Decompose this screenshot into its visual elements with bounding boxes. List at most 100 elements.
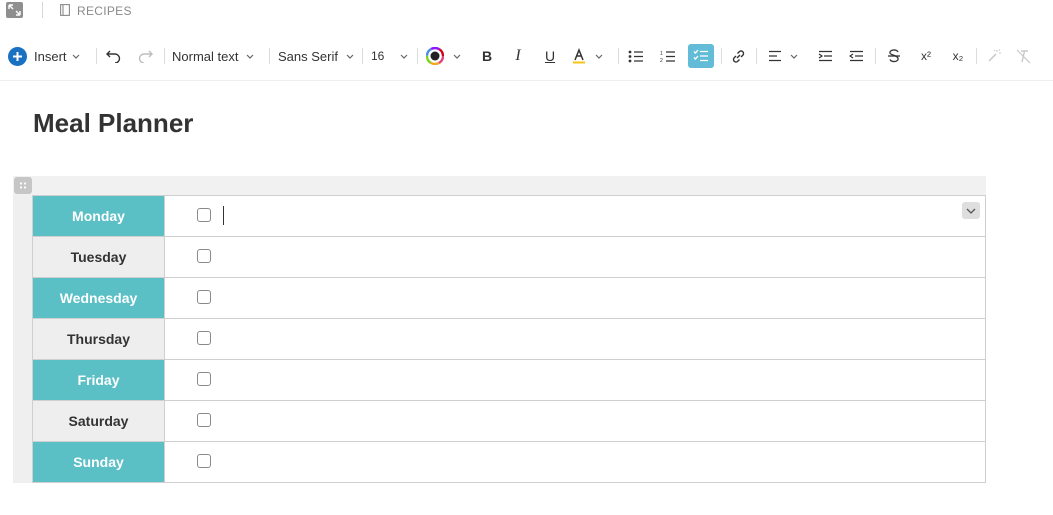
- underline-button[interactable]: U: [540, 40, 560, 72]
- meal-cell[interactable]: [164, 359, 986, 401]
- meal-checkbox[interactable]: [197, 290, 211, 304]
- strikethrough-button[interactable]: [884, 40, 904, 72]
- insert-button[interactable]: Insert: [8, 40, 98, 72]
- page-title[interactable]: Meal Planner: [33, 108, 193, 139]
- meal-checkbox[interactable]: [197, 454, 211, 468]
- bullet-list-button[interactable]: [626, 40, 646, 72]
- indent-icon: [818, 50, 832, 62]
- meal-checkbox[interactable]: [197, 413, 211, 427]
- redo-button[interactable]: [134, 40, 156, 72]
- strikethrough-icon: [888, 49, 900, 63]
- day-label[interactable]: Thursday: [32, 318, 165, 360]
- subscript-button[interactable]: x₂: [947, 40, 969, 72]
- redo-icon: [138, 50, 153, 63]
- clear-formatting-button[interactable]: [1013, 40, 1033, 72]
- cell-menu-chevron-icon[interactable]: [962, 202, 980, 219]
- svg-text:2: 2: [660, 58, 663, 63]
- meal-cell[interactable]: [164, 441, 986, 483]
- meal-checkbox[interactable]: [197, 331, 211, 345]
- column-handle-row[interactable]: [13, 176, 986, 195]
- table-row: Thursday: [32, 318, 986, 360]
- align-left-icon: [769, 50, 781, 62]
- color-wheel-icon: [426, 47, 444, 65]
- toolbar-separator: [618, 48, 619, 64]
- link-icon: [732, 49, 744, 63]
- day-label[interactable]: Wednesday: [32, 277, 165, 319]
- plus-icon: [8, 46, 27, 66]
- bold-button[interactable]: B: [477, 40, 497, 72]
- font-family-value: Sans Serif: [278, 48, 338, 64]
- font-size-select[interactable]: 16: [371, 40, 411, 72]
- font-family-select[interactable]: Sans Serif: [278, 40, 356, 72]
- day-label[interactable]: Monday: [32, 195, 165, 237]
- table-row: Saturday: [32, 400, 986, 442]
- text-caret: [223, 206, 224, 225]
- chevron-down-icon: [595, 54, 603, 59]
- table-row: Monday: [32, 195, 986, 237]
- chevron-down-icon: [453, 54, 461, 59]
- chevron-down-icon: [72, 54, 79, 59]
- checklist-icon: [688, 44, 714, 68]
- text-color-button[interactable]: [426, 40, 466, 72]
- meal-checkbox[interactable]: [197, 372, 211, 386]
- expand-icon[interactable]: [6, 2, 23, 18]
- meal-cell[interactable]: [164, 318, 986, 360]
- highlighter-icon: [573, 48, 585, 64]
- bullet-list-icon: [628, 50, 643, 62]
- link-button[interactable]: [728, 40, 748, 72]
- meal-cell[interactable]: [164, 277, 986, 319]
- day-label[interactable]: Saturday: [32, 400, 165, 442]
- subscript-label: x₂: [952, 49, 964, 63]
- meal-cell[interactable]: [164, 400, 986, 442]
- text-style-value: Normal text: [172, 48, 239, 64]
- undo-icon: [105, 50, 120, 63]
- top-separator: [42, 2, 43, 18]
- document-icon: [60, 4, 70, 16]
- toolbar-separator: [269, 48, 270, 64]
- toolbar-separator: [362, 48, 363, 64]
- toolbar-separator: [96, 48, 97, 64]
- table-row: Wednesday: [32, 277, 986, 319]
- meal-checkbox[interactable]: [197, 249, 211, 263]
- italic-button[interactable]: I: [508, 40, 528, 72]
- magic-wand-button[interactable]: [984, 40, 1004, 72]
- toolbar-separator: [721, 48, 722, 64]
- chevron-down-icon: [400, 54, 408, 59]
- checklist-button[interactable]: [688, 40, 714, 72]
- toolbar-separator: [756, 48, 757, 64]
- magic-wand-icon: [988, 49, 1001, 62]
- superscript-button[interactable]: x²: [915, 40, 937, 72]
- undo-button[interactable]: [102, 40, 124, 72]
- text-style-select[interactable]: Normal text: [172, 40, 262, 72]
- meal-checkbox[interactable]: [197, 208, 211, 222]
- toolbar-divider: [0, 80, 1053, 81]
- clear-formatting-icon: [1016, 49, 1030, 63]
- highlight-button[interactable]: [572, 40, 612, 72]
- table-grip-icon[interactable]: [14, 177, 32, 194]
- align-select[interactable]: [768, 40, 804, 72]
- row-handle-column: [13, 176, 33, 483]
- day-label[interactable]: Tuesday: [32, 236, 165, 278]
- table-row: Tuesday: [32, 236, 986, 278]
- table-row: Friday: [32, 359, 986, 401]
- italic-label: I: [515, 47, 521, 64]
- indent-button[interactable]: [815, 40, 835, 72]
- outdent-icon: [848, 50, 863, 62]
- breadcrumb-recipes[interactable]: RECIPES: [77, 4, 132, 18]
- planner-grid: Monday Tuesday Wednesday Thursday Friday…: [32, 195, 986, 483]
- table-row: Sunday: [32, 441, 986, 483]
- toolbar-separator: [417, 48, 418, 64]
- numbered-list-button[interactable]: 1 2: [658, 40, 678, 72]
- meal-cell[interactable]: [164, 236, 986, 278]
- insert-label: Insert: [34, 48, 67, 64]
- meal-planner-table: Monday Tuesday Wednesday Thursday Friday…: [13, 176, 986, 483]
- outdent-button[interactable]: [846, 40, 866, 72]
- toolbar-separator: [875, 48, 876, 64]
- svg-text:1: 1: [660, 51, 663, 57]
- day-label[interactable]: Friday: [32, 359, 165, 401]
- top-bar: RECIPES: [0, 0, 1053, 22]
- meal-cell[interactable]: [164, 195, 986, 237]
- chevron-down-icon: [790, 54, 798, 59]
- font-size-value: 16: [371, 49, 385, 63]
- day-label[interactable]: Sunday: [32, 441, 165, 483]
